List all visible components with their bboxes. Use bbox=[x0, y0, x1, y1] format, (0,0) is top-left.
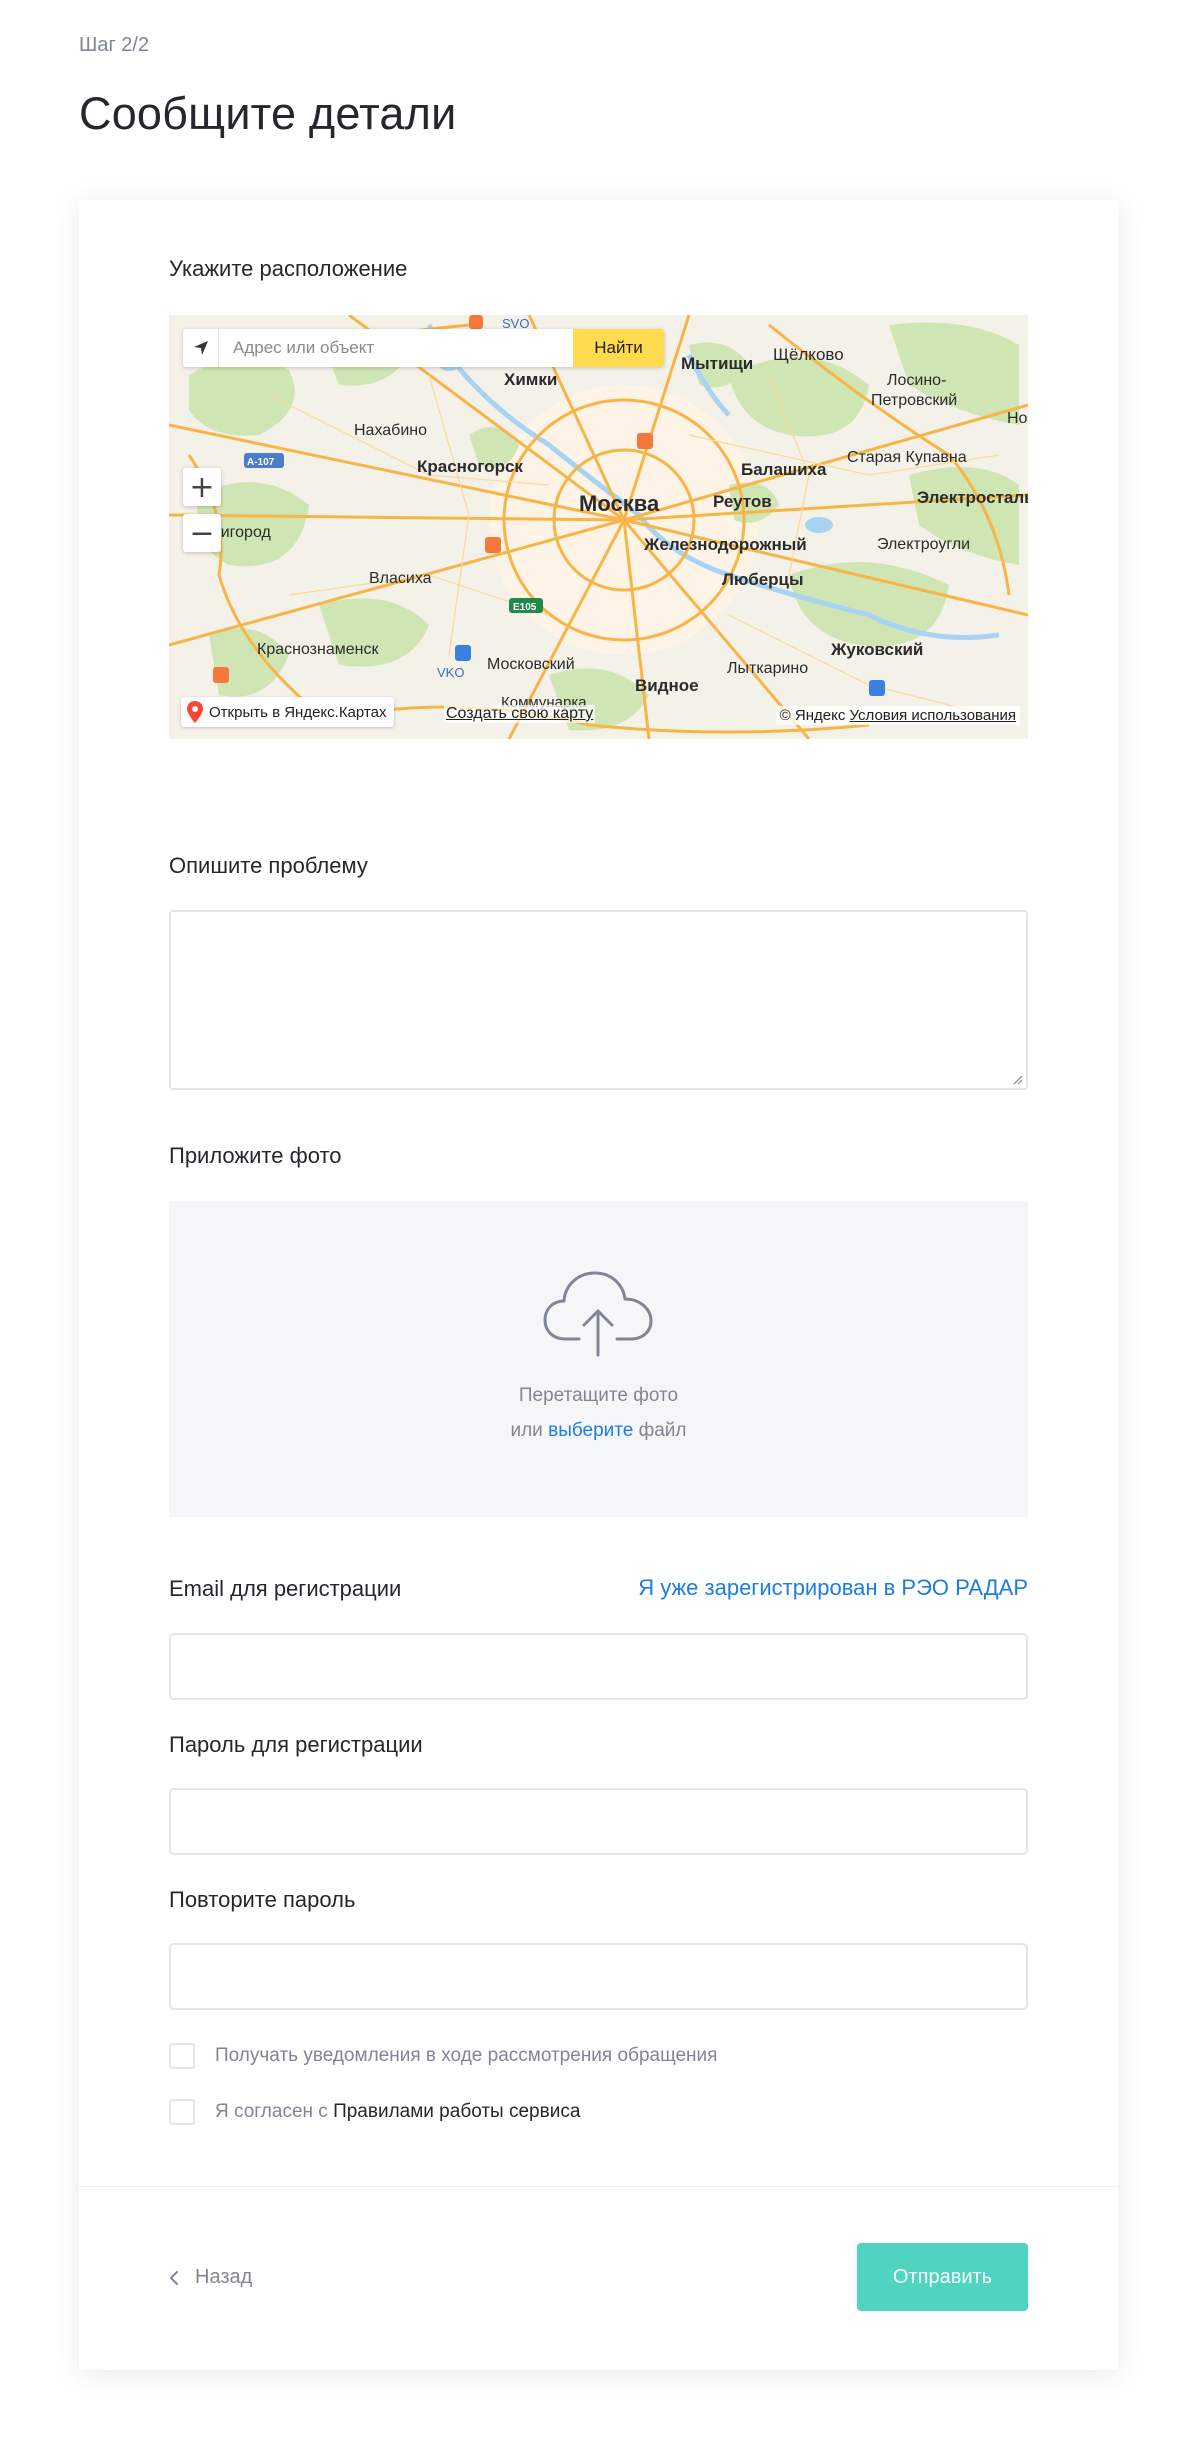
notify-label[interactable]: Получать уведомления в ходе рассмотрения… bbox=[215, 2045, 717, 2067]
back-button[interactable]: Назад bbox=[169, 2266, 252, 2289]
place-shchelkovo: Щёлково bbox=[773, 345, 844, 364]
password-label: Пароль для регистрации bbox=[169, 1732, 423, 1757]
locate-arrow-icon bbox=[193, 341, 208, 355]
password-repeat-label: Повторите пароль bbox=[169, 1887, 356, 1912]
place-moskovsky: Московский bbox=[487, 656, 575, 673]
place-no: Но bbox=[1007, 410, 1028, 427]
place-khimki: Химки bbox=[504, 370, 557, 389]
choose-file-row: или выберите файл bbox=[169, 1420, 1028, 1442]
place-krasnogorsk: Красногорск bbox=[417, 457, 523, 476]
place-reutov: Реутов bbox=[713, 492, 772, 511]
password-repeat-field[interactable] bbox=[169, 1943, 1028, 2010]
location-map[interactable]: A-107 E105 Химки Мытищи Щёлково Лосино- … bbox=[169, 315, 1028, 739]
password-field[interactable] bbox=[169, 1788, 1028, 1855]
place-moscow: Москва bbox=[579, 491, 660, 516]
map-find-button[interactable]: Найти bbox=[573, 329, 664, 367]
place-zhukovsky: Жуковский bbox=[830, 640, 923, 659]
location-label: Укажите расположение bbox=[169, 256, 408, 281]
service-rules-link[interactable]: Правилами работы сервиса bbox=[333, 2101, 580, 2122]
resize-handle-icon[interactable] bbox=[1011, 1073, 1023, 1085]
email-label: Email для регистрации bbox=[169, 1576, 402, 1601]
agree-option: Я согласен с Правилами работы сервиса bbox=[169, 2099, 580, 2125]
already-registered-link[interactable]: Я уже зарегистрирован в РЭО РАДАР bbox=[638, 1575, 1028, 1601]
map-copyright: © Яндекс Условия использования bbox=[775, 706, 1020, 725]
place-vlasikha: Власиха bbox=[369, 570, 432, 587]
photo-label: Приложите фото bbox=[169, 1143, 342, 1168]
problem-textarea[interactable] bbox=[169, 910, 1028, 1090]
photo-dropzone[interactable]: Перетащите фото или выберите файл bbox=[169, 1201, 1028, 1517]
map-pin-icon bbox=[187, 701, 203, 723]
page-title: Сообщите детали bbox=[79, 88, 457, 139]
place-staraya-kupavna: Старая Купавна bbox=[847, 449, 967, 466]
map-tiles: A-107 E105 Химки Мытищи Щёлково Лосино- … bbox=[169, 315, 1028, 739]
file-text: файл bbox=[638, 1420, 687, 1441]
place-elektrougli: Электроугли bbox=[877, 536, 970, 553]
chevron-left-icon bbox=[170, 2270, 178, 2285]
notify-option: Получать уведомления в ходе рассмотрения… bbox=[169, 2043, 717, 2069]
place-vidnoe: Видное bbox=[635, 676, 699, 695]
open-in-yandex-maps-label: Открыть в Яндекс.Картах bbox=[209, 703, 387, 721]
zoom-out-button[interactable]: − bbox=[183, 514, 221, 552]
agree-prefix: Я согласен с bbox=[215, 2101, 328, 2122]
or-text: или bbox=[510, 1420, 543, 1441]
locate-button[interactable] bbox=[183, 329, 219, 367]
road-label-a107: A-107 bbox=[247, 457, 275, 468]
step-indicator: Шаг 2/2 bbox=[79, 34, 150, 56]
place-krasnoznamensk: Краснознаменск bbox=[257, 641, 379, 658]
zoom-in-button[interactable]: + bbox=[183, 468, 221, 506]
place-vko: VKO bbox=[437, 665, 464, 680]
map-search-input[interactable] bbox=[219, 329, 573, 367]
notify-checkbox[interactable] bbox=[169, 2043, 195, 2069]
agree-label[interactable]: Я согласен с Правилами работы сервиса bbox=[215, 2101, 580, 2123]
place-losino: Лосино- bbox=[887, 372, 946, 389]
road-label-e105: E105 bbox=[513, 602, 537, 613]
place-petrovsky: Петровский bbox=[871, 392, 957, 409]
map-search-bar: Найти bbox=[183, 329, 664, 367]
place-lyubertsy: Люберцы bbox=[722, 570, 804, 589]
email-field[interactable] bbox=[169, 1633, 1028, 1700]
copyright-text: © Яндекс bbox=[779, 707, 846, 724]
place-balashikha: Балашиха bbox=[741, 460, 827, 479]
place-elektrostal: Электросталь bbox=[917, 488, 1028, 507]
form-card: Укажите расположение A-107 E105 Химки Мы… bbox=[79, 200, 1118, 2370]
create-map-link[interactable]: Создать свою карту bbox=[444, 705, 596, 723]
terms-link[interactable]: Условия использования bbox=[850, 707, 1017, 724]
choose-file-link[interactable]: выберите bbox=[548, 1420, 633, 1441]
drop-hint: Перетащите фото bbox=[518, 1385, 679, 1406]
problem-label: Опишите проблему bbox=[169, 853, 368, 878]
place-lytkarino: Лыткарино bbox=[727, 660, 808, 677]
open-in-yandex-maps-link[interactable]: Открыть в Яндекс.Картах bbox=[181, 697, 395, 727]
submit-button[interactable]: Отправить bbox=[857, 2243, 1028, 2311]
cloud-upload-icon bbox=[543, 1271, 653, 1357]
place-nakhabino: Нахабино bbox=[354, 422, 427, 439]
footer-divider bbox=[79, 2186, 1118, 2187]
back-label: Назад bbox=[195, 2266, 253, 2288]
place-zheleznodorozhny: Железнодорожный bbox=[643, 535, 807, 554]
agree-checkbox[interactable] bbox=[169, 2099, 195, 2125]
place-mytishchi: Мытищи bbox=[681, 354, 753, 373]
